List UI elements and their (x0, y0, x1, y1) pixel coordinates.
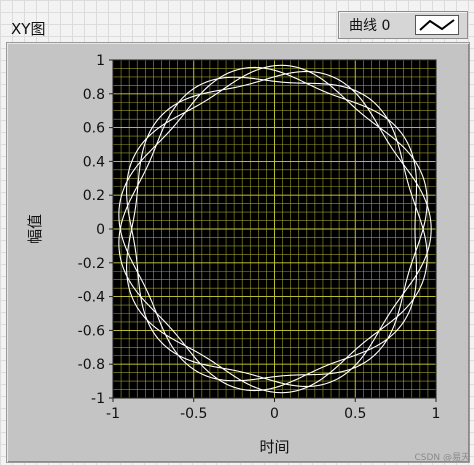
y-axis-label: 幅值 (26, 214, 44, 244)
y-tick-label: 1 (96, 53, 105, 69)
x-tick-label: 0.5 (344, 406, 366, 422)
y-tick-label: 0.8 (83, 87, 105, 103)
y-tick-label: 0.6 (83, 121, 105, 137)
y-tick-label: 0.4 (83, 154, 105, 170)
x-tick-label: -1 (106, 406, 120, 422)
y-tick-label: -0.6 (78, 323, 105, 339)
watermark: CSDN @易天 (414, 453, 470, 463)
y-tick-label: 0 (96, 222, 105, 238)
x-axis-label: 时间 (259, 438, 289, 456)
x-tick-label: 0 (270, 406, 279, 422)
y-tick-label: -0.2 (78, 256, 105, 272)
y-tick-label: -0.4 (78, 290, 105, 306)
y-tick-label: 0.2 (83, 188, 105, 204)
x-tick-label: -0.5 (180, 406, 207, 422)
x-tick-label: 1 (432, 406, 441, 422)
y-tick-label: -0.8 (78, 357, 105, 373)
y-tick-label: -1 (91, 391, 105, 407)
xy-graph[interactable]: -1 -0.5 0 0.5 1 1 0.8 0.6 0.4 0.2 0 -0.2 -0.4 -0.6 -0.… (0, 0, 474, 465)
